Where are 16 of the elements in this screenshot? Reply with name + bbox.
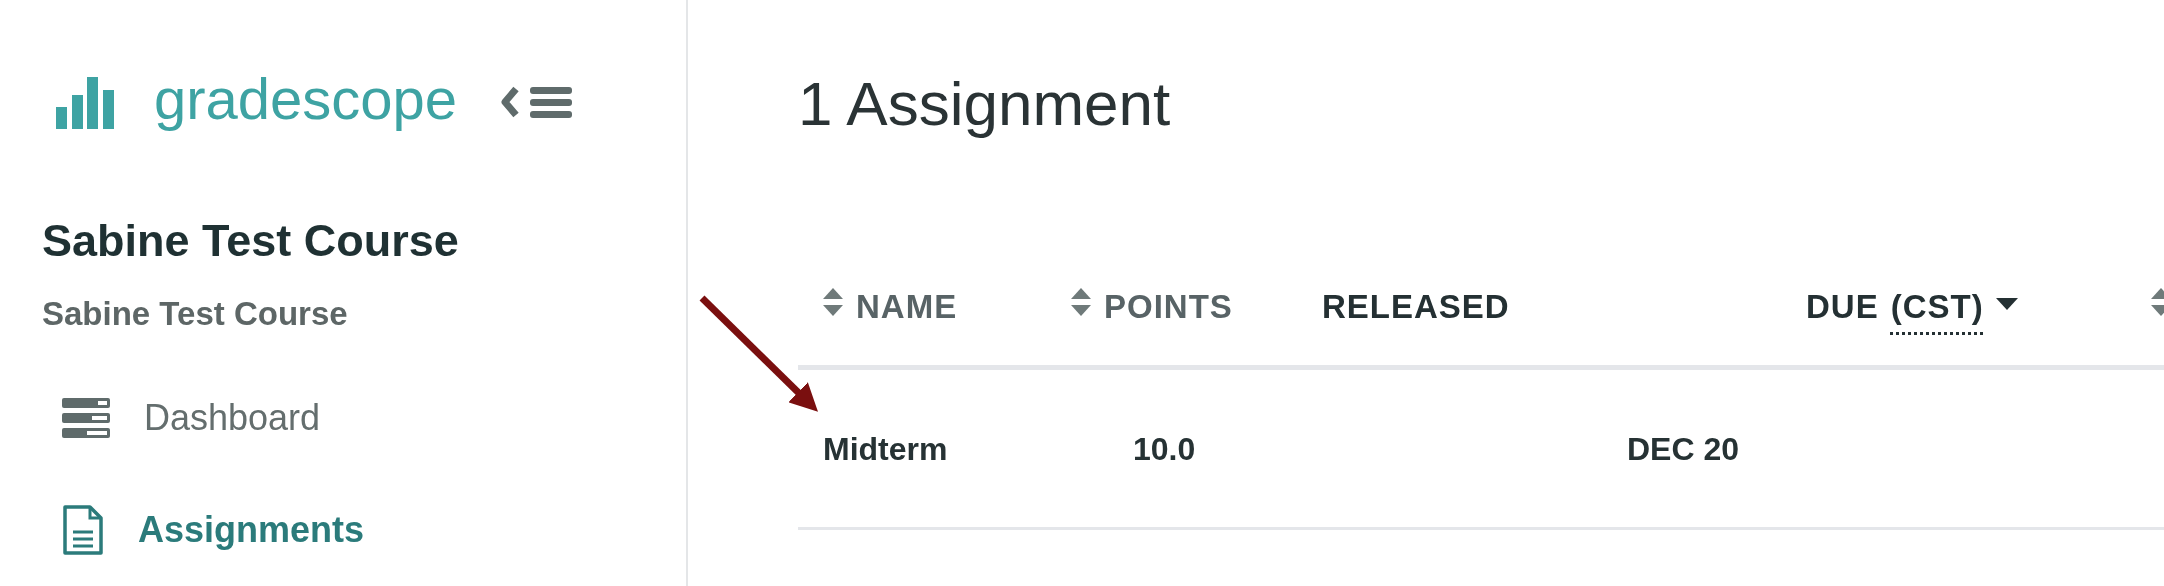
assignment-name[interactable]: Midterm [823,424,1133,473]
dashboard-icon [62,398,110,438]
points-cell-text: 10.0 [1133,429,1197,469]
column-header[interactable]: POINTS [1104,282,1233,332]
course-title: Sabine Test Course [42,216,460,266]
column-header[interactable]: RELEASED [1322,282,1510,332]
sidebar-item[interactable]: Assignments [42,474,365,586]
sort-icon[interactable] [1070,286,1092,318]
column-header[interactable]: DUE [1806,282,1879,332]
column-header[interactable]: NAME [856,282,958,332]
due-date: DEC 20 [1627,429,1741,469]
bar-chart-logo-icon [56,77,114,130]
sidebar-item[interactable]: Dashboard [42,362,321,474]
document-icon [62,505,104,555]
sort-icon[interactable] [822,286,844,318]
course-subtitle: Sabine Test Course [42,295,349,332]
